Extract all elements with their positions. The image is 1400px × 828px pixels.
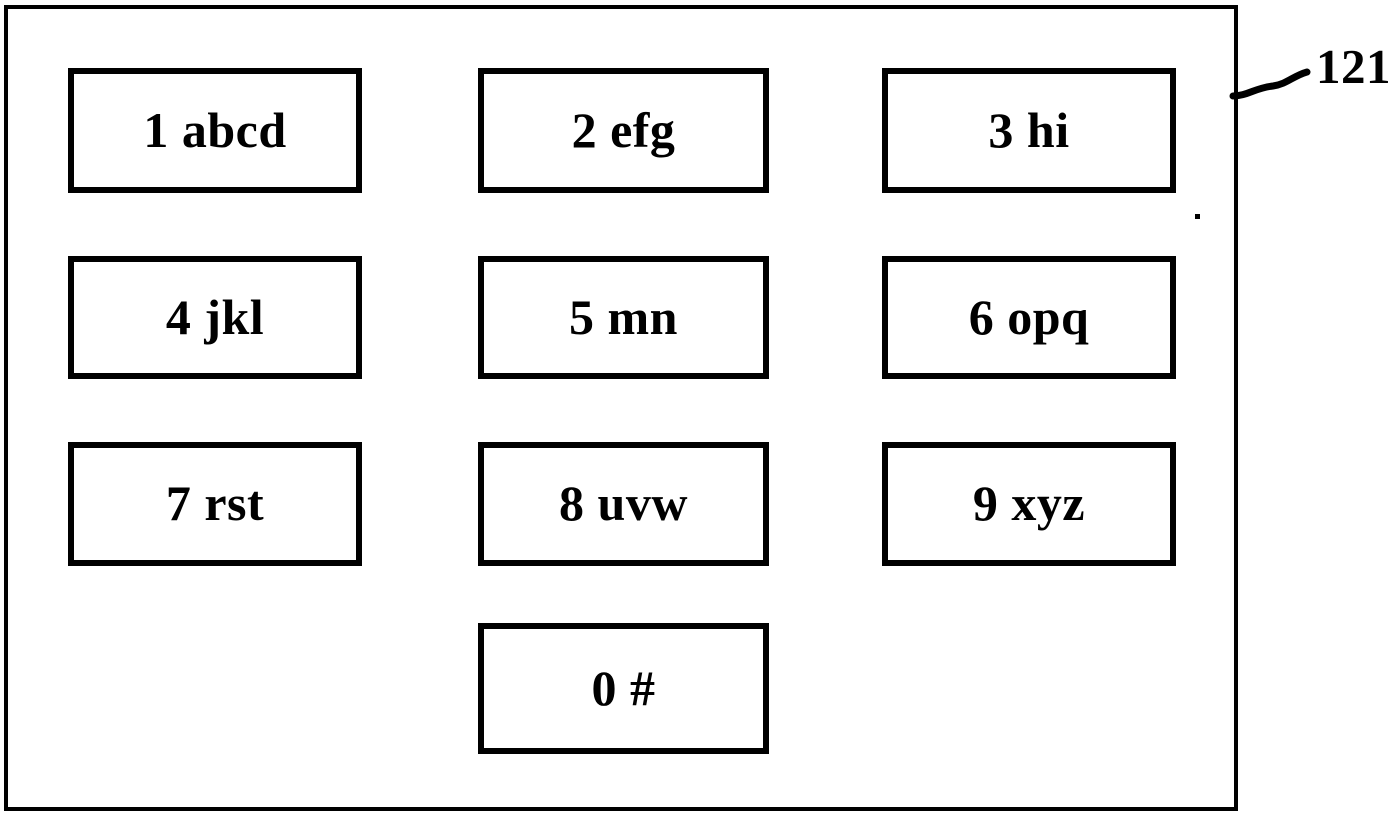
keypad-key-6-label: 6 opq	[968, 288, 1090, 345]
keypad-key-4-label: 4 jkl	[165, 288, 265, 345]
keypad-key-9-label: 9 xyz	[972, 475, 1086, 531]
keypad-key-7[interactable]: 7 rst	[68, 442, 362, 566]
keypad-key-3-label: 3 hi	[988, 101, 1070, 158]
patent-figure: 1 abcd 2 efg 3 hi 4 jkl 5 mn 6 opq 7 rst…	[0, 0, 1400, 828]
keypad-key-2-label: 2 efg	[571, 101, 676, 158]
keypad-key-7-label: 7 rst	[165, 475, 265, 531]
keypad-key-2[interactable]: 2 efg	[478, 68, 769, 193]
keypad-key-3[interactable]: 3 hi	[882, 68, 1176, 193]
keypad: 1 abcd 2 efg 3 hi 4 jkl 5 mn 6 opq 7 rst…	[0, 0, 1242, 816]
keypad-key-0-label: 0 #	[591, 659, 656, 716]
keypad-key-8-label: 8 uvw	[559, 475, 688, 531]
keypad-key-5[interactable]: 5 mn	[478, 256, 769, 379]
reference-numeral: 121	[1316, 39, 1391, 94]
keypad-key-1-label: 1 abcd	[143, 101, 287, 158]
keypad-key-4[interactable]: 4 jkl	[68, 256, 362, 379]
keypad-key-1[interactable]: 1 abcd	[68, 68, 362, 193]
keypad-key-8[interactable]: 8 uvw	[478, 442, 769, 566]
keypad-key-9[interactable]: 9 xyz	[882, 442, 1176, 566]
keypad-key-6[interactable]: 6 opq	[882, 256, 1176, 379]
keypad-key-5-label: 5 mn	[569, 288, 678, 345]
scan-speck	[1195, 214, 1200, 219]
keypad-key-0[interactable]: 0 #	[478, 623, 769, 754]
